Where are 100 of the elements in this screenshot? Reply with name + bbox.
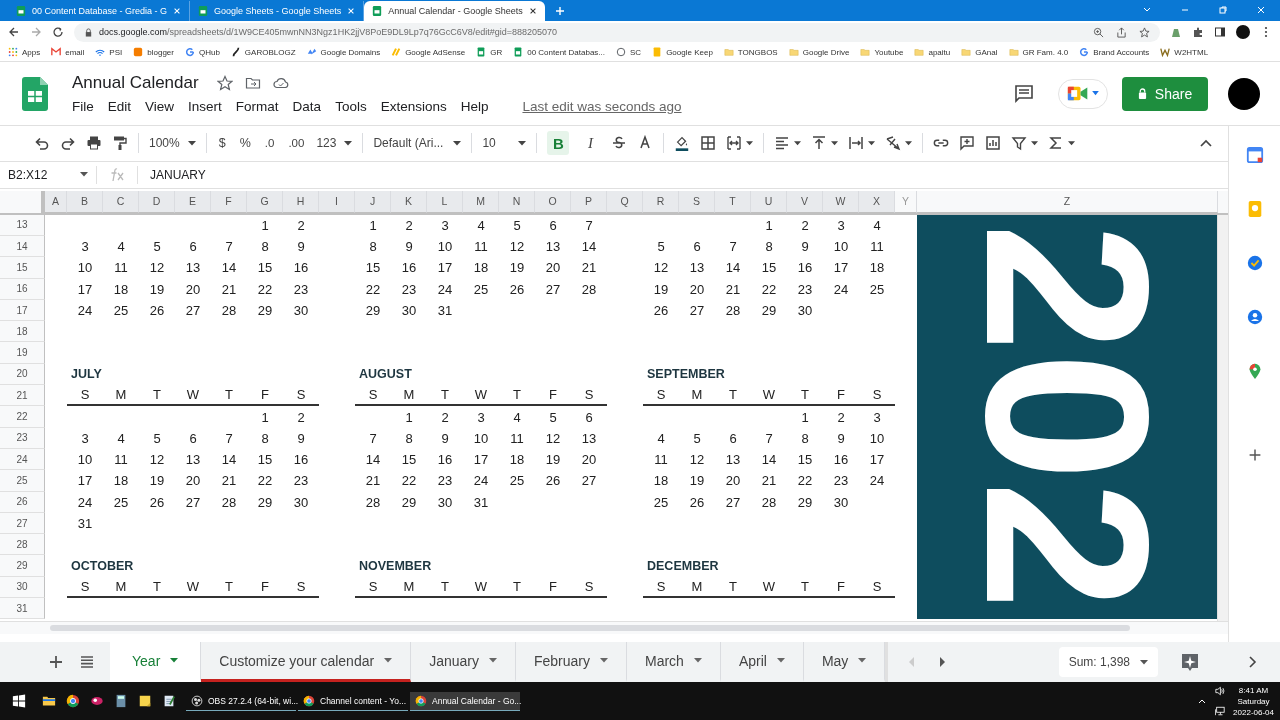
- row-header[interactable]: 18: [0, 321, 45, 343]
- taskbar-window[interactable]: OBS 27.2.4 (64-bit, wi...: [186, 691, 296, 711]
- column-header[interactable]: O: [535, 190, 571, 213]
- zoom-icon[interactable]: [1093, 26, 1104, 38]
- percent-button[interactable]: %: [237, 136, 253, 151]
- browser-tab[interactable]: Annual Calendar - Google Sheets: [364, 0, 545, 21]
- column-header[interactable]: P: [571, 190, 607, 213]
- taskbar-window[interactable]: Annual Calendar - Go...: [410, 691, 520, 711]
- bookmark[interactable]: SC: [616, 47, 642, 58]
- share-button[interactable]: Share: [1122, 76, 1208, 111]
- row-header[interactable]: 25: [0, 470, 45, 492]
- reload-icon[interactable]: [52, 26, 64, 39]
- decrease-decimals-button[interactable]: .0: [262, 137, 277, 150]
- tasks-icon[interactable]: [1245, 253, 1264, 272]
- column-header[interactable]: I: [319, 190, 355, 213]
- network-icon[interactable]: [1215, 706, 1226, 717]
- sum-dropdown[interactable]: Sum: 1,398: [1058, 647, 1158, 678]
- menu-item[interactable]: Help: [454, 99, 495, 115]
- bookmark[interactable]: apaitu: [914, 47, 951, 58]
- column-header[interactable]: T: [715, 190, 751, 213]
- restore-icon[interactable]: [1218, 4, 1228, 15]
- borders-icon[interactable]: [700, 135, 717, 152]
- increase-decimals-button[interactable]: .00: [286, 137, 307, 150]
- sticky-note-icon[interactable]: [138, 694, 152, 709]
- column-header[interactable]: S: [679, 190, 715, 213]
- side-panel-icon[interactable]: [1214, 26, 1226, 39]
- windows-icon[interactable]: [12, 694, 26, 709]
- menu-item[interactable]: Edit: [101, 99, 138, 115]
- menu-icon[interactable]: [79, 654, 95, 671]
- column-header[interactable]: E: [175, 190, 211, 213]
- scrollbar[interactable]: [50, 624, 1130, 631]
- clock[interactable]: 8:41 AM Saturday 2022-06-04: [1233, 685, 1274, 717]
- document-title[interactable]: Annual Calendar: [72, 73, 199, 94]
- column-header[interactable]: R: [643, 190, 679, 213]
- column-header[interactable]: L: [427, 190, 463, 213]
- align-left-icon[interactable]: [774, 135, 791, 152]
- bookmark[interactable]: TONGBOS: [723, 47, 778, 58]
- row-header[interactable]: 15: [0, 257, 45, 279]
- currency-button[interactable]: $: [216, 136, 228, 151]
- name-box[interactable]: B2:X12: [0, 167, 96, 182]
- redo-icon[interactable]: [60, 135, 76, 152]
- speaker-icon[interactable]: [1215, 686, 1226, 697]
- number-format-dropdown[interactable]: 123: [316, 136, 353, 151]
- caret-down-icon[interactable]: [746, 140, 754, 146]
- star-icon[interactable]: [216, 75, 233, 92]
- chrome-icon[interactable]: [66, 694, 80, 709]
- back-icon[interactable]: [8, 26, 20, 39]
- filter-icon[interactable]: [1011, 135, 1028, 152]
- menu-item[interactable]: Tools: [329, 99, 373, 115]
- bookmark[interactable]: Apps: [8, 47, 41, 58]
- column-header[interactable]: J: [355, 190, 391, 213]
- chevron-right-icon[interactable]: [1248, 655, 1258, 670]
- column-header[interactable]: M: [463, 190, 499, 213]
- menu-item[interactable]: File: [72, 99, 100, 115]
- fill-color-icon[interactable]: [674, 135, 691, 152]
- row-header[interactable]: 14: [0, 236, 45, 258]
- bookmark[interactable]: Google Drive: [788, 47, 850, 58]
- bookmark[interactable]: Google Domains: [306, 47, 381, 58]
- account-avatar[interactable]: [1228, 77, 1260, 110]
- zoom-dropdown[interactable]: 100%: [149, 136, 196, 151]
- bookmark[interactable]: GR Fam. 4.0: [1008, 47, 1069, 58]
- menu-item[interactable]: Extensions: [374, 99, 453, 115]
- share-icon[interactable]: [1116, 26, 1127, 38]
- puzzle-icon[interactable]: [1192, 26, 1204, 39]
- font-size-dropdown[interactable]: 10: [482, 136, 527, 151]
- paint-roller-icon[interactable]: [112, 135, 128, 152]
- bookmark[interactable]: PSI: [95, 47, 123, 58]
- bookmark[interactable]: Youtube: [860, 47, 904, 58]
- row-header[interactable]: 13: [0, 214, 45, 236]
- menu-item[interactable]: Format: [229, 99, 285, 115]
- column-header[interactable]: C: [103, 190, 139, 213]
- column-header[interactable]: K: [391, 190, 427, 213]
- column-header[interactable]: B: [67, 190, 103, 213]
- bookmark[interactable]: GR: [476, 47, 503, 58]
- bookmark[interactable]: Google AdSense: [391, 47, 466, 58]
- bookmark[interactable]: email: [51, 47, 85, 58]
- bookmark[interactable]: blogger: [133, 47, 174, 58]
- menu-item[interactable]: Insert: [182, 99, 228, 115]
- row-header[interactable]: 30: [0, 576, 45, 599]
- column-header[interactable]: U: [751, 190, 787, 213]
- taskbar-window[interactable]: Channel content - Yo...: [298, 691, 408, 711]
- vertical-align-icon[interactable]: [811, 135, 828, 152]
- column-header[interactable]: G: [247, 190, 283, 213]
- caret-down-icon[interactable]: [1068, 140, 1076, 146]
- row-header[interactable]: 22: [0, 406, 45, 428]
- bookmark[interactable]: GAnal: [961, 47, 998, 58]
- bookmark[interactable]: Brand Accounts: [1079, 47, 1150, 58]
- plus-icon[interactable]: [48, 654, 64, 671]
- bookmark[interactable]: W2HTML: [1160, 47, 1209, 58]
- star-icon[interactable]: [1139, 26, 1150, 38]
- scrollbar[interactable]: [1217, 214, 1228, 621]
- bookmark[interactable]: GAROBLOGZ: [230, 47, 296, 58]
- row-header[interactable]: 17: [0, 299, 45, 322]
- row-header[interactable]: 19: [0, 342, 45, 364]
- font-dropdown[interactable]: Default (Ari...: [373, 136, 462, 151]
- row-header[interactable]: 29: [0, 555, 45, 577]
- row-header[interactable]: 31: [0, 598, 45, 620]
- text-rotate-icon[interactable]: [885, 135, 902, 152]
- contacts-icon[interactable]: [1245, 307, 1264, 326]
- add-comment-icon[interactable]: [959, 135, 976, 152]
